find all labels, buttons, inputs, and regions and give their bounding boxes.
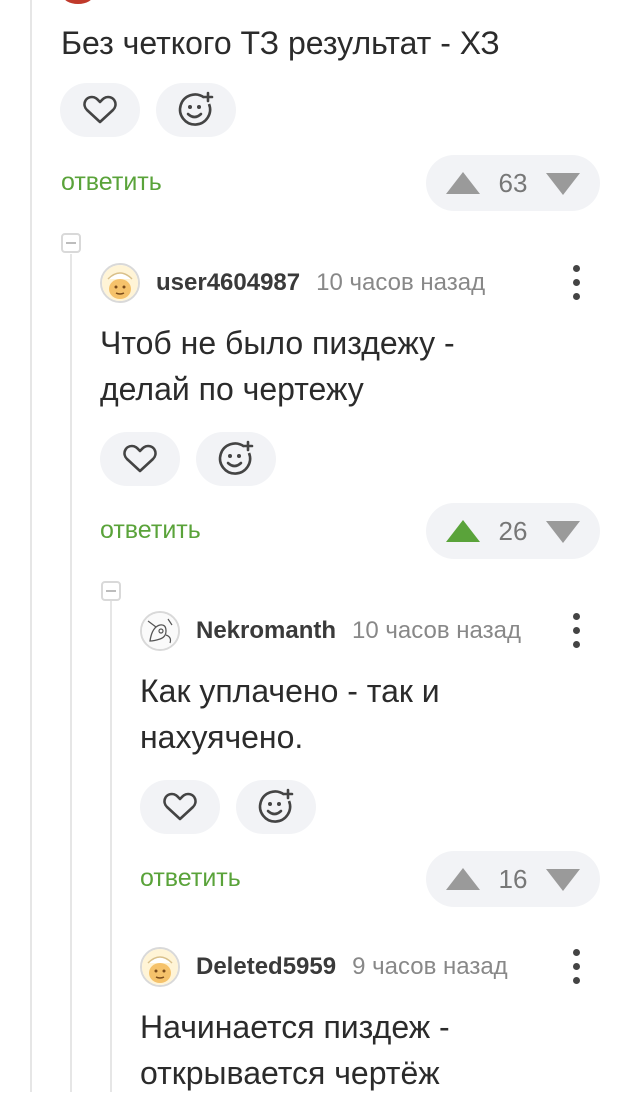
author-name[interactable]: Deleted5959 bbox=[196, 953, 336, 981]
downvote-icon[interactable] bbox=[546, 521, 580, 543]
add-reaction-button[interactable] bbox=[156, 83, 236, 137]
avatar[interactable] bbox=[140, 611, 180, 651]
like-button[interactable] bbox=[60, 83, 140, 137]
heart-icon bbox=[83, 95, 117, 124]
like-button[interactable] bbox=[140, 780, 220, 834]
thread-line-level-3 bbox=[110, 600, 112, 1092]
comment-header: Nekromanth 10 часов назад bbox=[140, 611, 521, 651]
more-options-icon[interactable] bbox=[572, 265, 580, 301]
default-avatar-icon bbox=[142, 949, 178, 985]
downvote-icon[interactable] bbox=[546, 173, 580, 195]
avatar[interactable] bbox=[100, 263, 140, 303]
comment-time: 10 часов назад bbox=[316, 269, 486, 296]
comment-text: Без четкого ТЗ результат - ХЗ bbox=[61, 25, 500, 61]
add-reaction-button[interactable] bbox=[196, 432, 276, 486]
reply-link[interactable]: ответить bbox=[61, 168, 162, 197]
author-name[interactable]: Nekromanth bbox=[196, 617, 336, 645]
comment-text: Чтоб не было пиздежу - делай по чертежу bbox=[100, 325, 455, 407]
more-options-icon[interactable] bbox=[572, 949, 580, 985]
reply-link[interactable]: ответить bbox=[140, 864, 241, 893]
heart-icon bbox=[163, 792, 197, 821]
rating-control: 26 bbox=[426, 503, 600, 559]
thread-line-level-2 bbox=[70, 254, 72, 1092]
collapse-toggle[interactable] bbox=[101, 581, 121, 601]
author-name[interactable]: user4604987 bbox=[156, 269, 300, 297]
reply-link[interactable]: ответить bbox=[100, 516, 201, 545]
add-reaction-button[interactable] bbox=[236, 780, 316, 834]
add-reaction-icon bbox=[178, 91, 214, 126]
comment-header: Deleted5959 9 часов назад bbox=[140, 947, 508, 987]
add-reaction-icon bbox=[218, 440, 254, 475]
collapse-toggle[interactable] bbox=[61, 233, 81, 253]
default-avatar-icon bbox=[102, 265, 138, 301]
like-button[interactable] bbox=[100, 432, 180, 486]
heart-icon bbox=[123, 444, 157, 473]
rating-control: 63 bbox=[426, 155, 600, 211]
comment-header: user4604987 10 часов назад bbox=[100, 263, 485, 303]
rating-control: 16 bbox=[426, 851, 600, 907]
more-options-icon[interactable] bbox=[572, 613, 580, 649]
thread-line-level-1 bbox=[30, 0, 32, 1092]
add-reaction-icon bbox=[258, 788, 294, 823]
comment-text: Как уплачено - так и нахуячено. bbox=[140, 673, 440, 755]
comment-time: 9 часов назад bbox=[352, 953, 508, 980]
comment-time: 10 часов назад bbox=[352, 617, 521, 644]
downvote-icon[interactable] bbox=[546, 869, 580, 891]
comment-text: Начинается пиздеж - открывается чертёж bbox=[140, 1009, 450, 1091]
sketch-avatar-icon bbox=[142, 613, 178, 649]
cut-off-avatar bbox=[62, 0, 94, 4]
avatar[interactable] bbox=[140, 947, 180, 987]
